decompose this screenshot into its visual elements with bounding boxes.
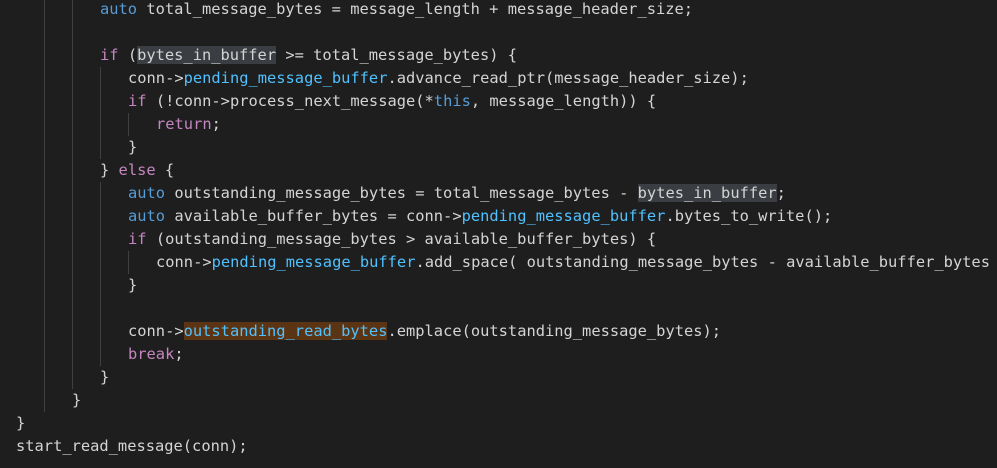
code-token: if bbox=[128, 92, 147, 110]
code-token: , message_length)) { bbox=[470, 92, 657, 110]
code-token: conn-> bbox=[128, 322, 184, 340]
code-token: start_read_message(conn); bbox=[16, 437, 248, 455]
code-token: .bytes_to_write(); bbox=[665, 207, 833, 225]
code-line[interactable]: if (outstanding_message_bytes > availabl… bbox=[128, 228, 656, 251]
code-line[interactable]: start_read_message(conn); bbox=[16, 435, 248, 458]
code-token: available_buffer_bytes = conn-> bbox=[165, 207, 462, 225]
code-line[interactable]: conn->pending_message_buffer.advance_rea… bbox=[128, 67, 749, 90]
code-line[interactable]: if (bytes_in_buffer >= total_message_byt… bbox=[100, 44, 517, 67]
code-token: conn-> bbox=[156, 253, 212, 271]
code-line[interactable]: conn->pending_message_buffer.add_space( … bbox=[156, 251, 997, 274]
code-token: } bbox=[16, 414, 26, 432]
code-token: (outstanding_message_bytes > available_b… bbox=[146, 230, 657, 248]
code-token: return bbox=[156, 115, 212, 133]
code-token: .emplace(outstanding_message_bytes); bbox=[387, 322, 722, 340]
highlighted-token: bytes_in_buffer bbox=[137, 46, 277, 64]
code-line[interactable]: return; bbox=[156, 113, 221, 136]
indent-guide bbox=[128, 113, 129, 136]
code-token: total_message_bytes = message_length + m… bbox=[137, 0, 694, 18]
code-token: this bbox=[433, 92, 471, 110]
code-line[interactable]: auto outstanding_message_bytes = total_m… bbox=[128, 182, 786, 205]
code-token: auto bbox=[128, 184, 166, 202]
highlighted-token: outstanding_read_bytes bbox=[183, 322, 388, 340]
code-token: break bbox=[128, 345, 175, 363]
code-token: conn-> bbox=[128, 69, 184, 87]
code-token: auto bbox=[100, 0, 138, 18]
indent-guide bbox=[72, 0, 73, 389]
code-token: ; bbox=[211, 115, 221, 133]
code-line[interactable]: auto total_message_bytes = message_lengt… bbox=[100, 0, 693, 21]
code-token: } bbox=[128, 276, 138, 294]
highlighted-token: bytes_in_buffer bbox=[637, 184, 777, 202]
code-line[interactable]: break; bbox=[128, 343, 184, 366]
code-token: ( bbox=[118, 46, 138, 64]
code-token: } bbox=[128, 138, 138, 156]
code-token: pending_message_buffer bbox=[211, 253, 416, 271]
code-token: pending_message_buffer bbox=[183, 69, 388, 87]
code-line[interactable]: } bbox=[16, 412, 25, 435]
code-line[interactable]: } bbox=[100, 366, 109, 389]
code-token: if bbox=[128, 230, 147, 248]
indent-guide bbox=[128, 251, 129, 274]
code-token: else bbox=[118, 161, 156, 179]
code-line[interactable]: } bbox=[72, 389, 81, 412]
code-token: pending_message_buffer bbox=[461, 207, 666, 225]
code-token: >= total_message_bytes) { bbox=[276, 46, 518, 64]
code-token: } bbox=[100, 161, 119, 179]
code-line[interactable]: if (!conn->process_next_message(*this, m… bbox=[128, 90, 656, 113]
indent-guide bbox=[100, 67, 101, 159]
code-editor[interactable]: auto total_message_bytes = message_lengt… bbox=[0, 0, 997, 468]
code-token: .add_space( outstanding_message_bytes - … bbox=[415, 253, 997, 271]
indent-guide bbox=[100, 182, 101, 366]
code-token: } bbox=[72, 391, 82, 409]
code-token: (!conn->process_next_message(* bbox=[146, 92, 434, 110]
indent-guide bbox=[44, 0, 45, 412]
code-line[interactable]: } bbox=[128, 136, 137, 159]
code-token: auto bbox=[128, 207, 166, 225]
code-token: ; bbox=[174, 345, 184, 363]
code-line[interactable]: conn->outstanding_read_bytes.emplace(out… bbox=[128, 320, 721, 343]
code-token: } bbox=[100, 368, 110, 386]
code-line[interactable]: } else { bbox=[100, 159, 174, 182]
code-line[interactable]: auto available_buffer_bytes = conn->pend… bbox=[128, 205, 832, 228]
code-token: .advance_read_ptr(message_header_size); bbox=[387, 69, 749, 87]
code-token: ; bbox=[776, 184, 786, 202]
code-token: outstanding_message_bytes = total_messag… bbox=[165, 184, 638, 202]
code-token: if bbox=[100, 46, 119, 64]
code-line[interactable]: } bbox=[128, 274, 137, 297]
code-token: { bbox=[155, 161, 175, 179]
